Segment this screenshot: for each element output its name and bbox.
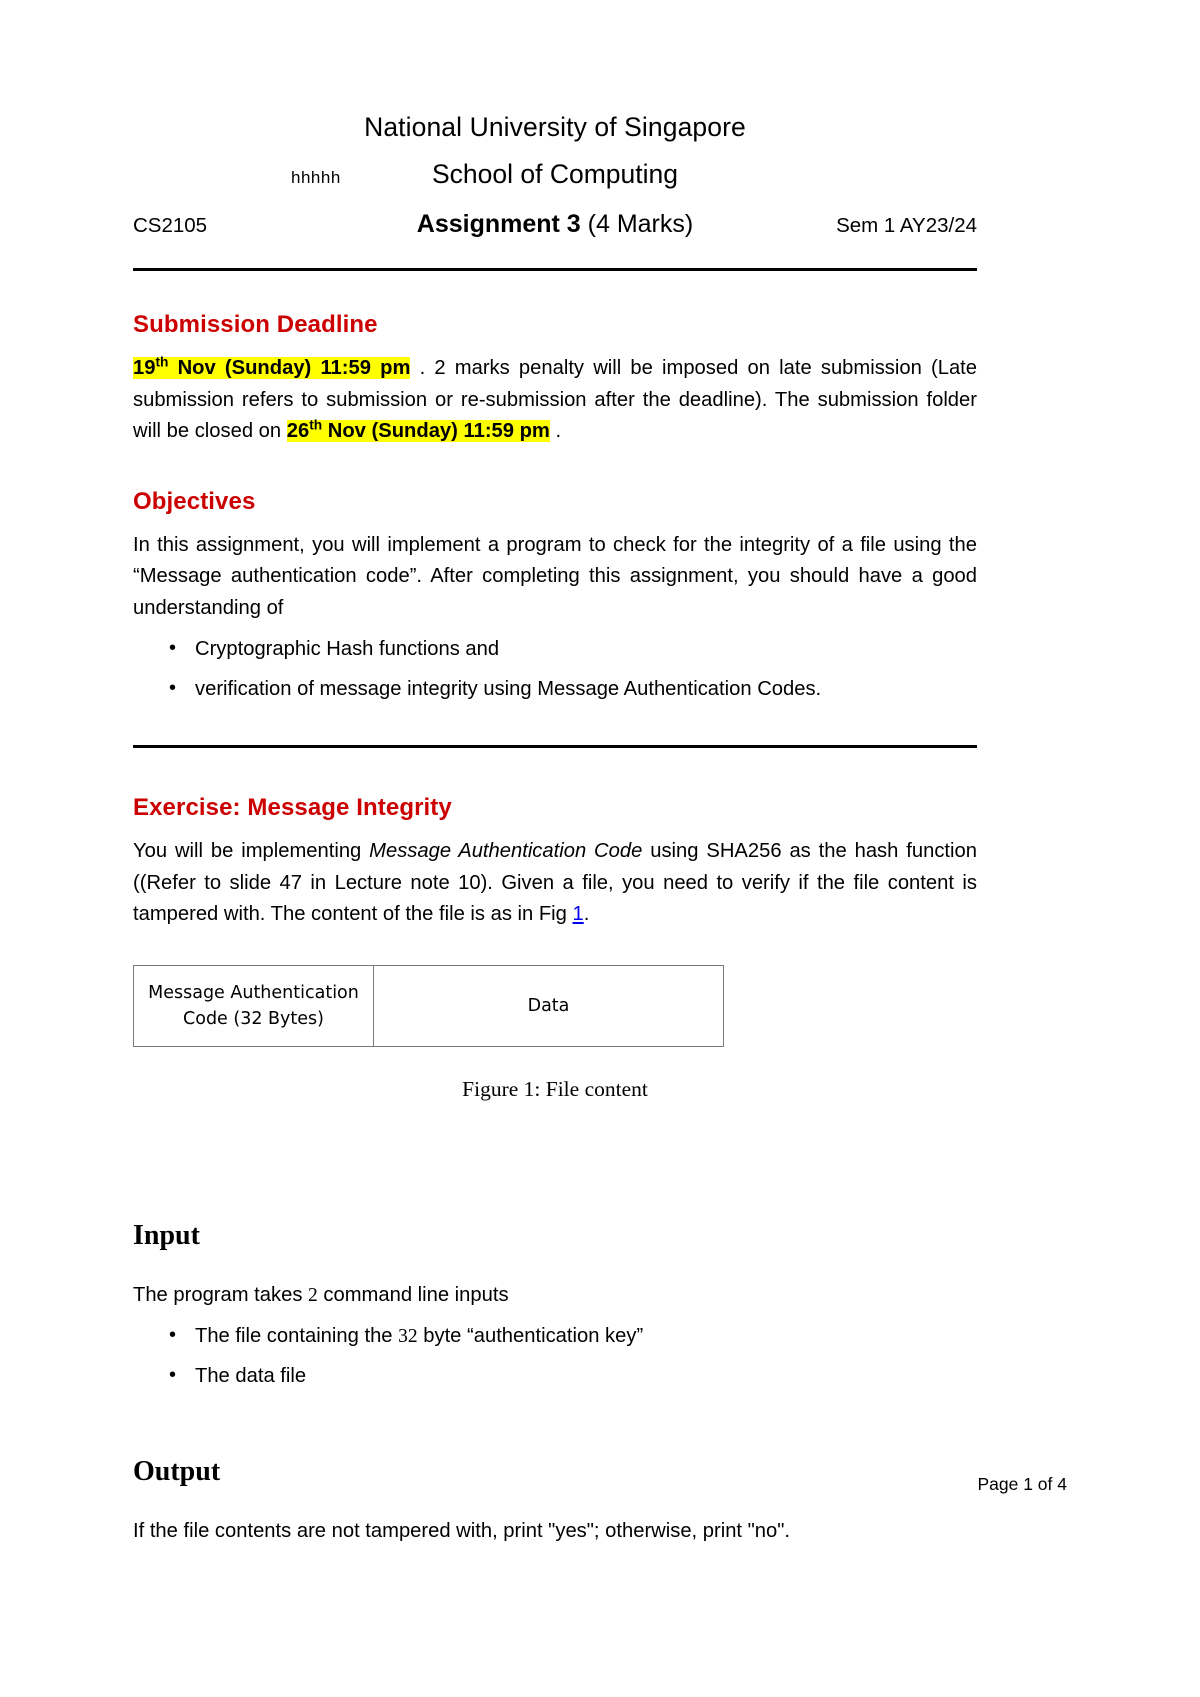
list-item: The file containing the 32 byte “authent… xyxy=(169,1320,977,1352)
table-row: Message Authentication Code (32 Bytes) D… xyxy=(133,964,724,1047)
objectives-heading: Objectives xyxy=(133,487,256,515)
figure-1-link[interactable]: 1 xyxy=(573,903,584,925)
input-spacer xyxy=(133,1102,977,1220)
assignment-title: Assignment 3 xyxy=(416,210,581,238)
input-text-1: The program takes xyxy=(133,1283,309,1306)
page-content: National University of Singapore hhhhh S… xyxy=(133,0,977,1548)
input-key-size: 32 xyxy=(398,1326,418,1347)
figure-block: Message Authentication Code (32 Bytes) D… xyxy=(133,964,977,1102)
deadline-highlight: 19th Nov (Sunday) 11:59 pm xyxy=(133,354,411,379)
submission-text-end: . xyxy=(555,420,562,442)
school-row: hhhhh School of Computing xyxy=(133,159,977,190)
figure-cell-mac-line2: Code (32 Bytes) xyxy=(183,1008,324,1029)
input-bullet1-text1: The file containing the xyxy=(195,1325,399,1347)
figure-cell-data: Data xyxy=(373,964,724,1047)
assignment-marks: (4 Marks) xyxy=(587,210,694,238)
figure-caption: Figure 1: File content xyxy=(462,1076,648,1101)
list-item: Cryptographic Hash functions and xyxy=(169,633,977,665)
input-paragraph: The program takes 2 command line inputs xyxy=(133,1280,977,1312)
header-divider xyxy=(133,268,977,271)
file-content-diagram: Message Authentication Code (32 Bytes) D… xyxy=(133,964,724,1047)
deadline-rest: Nov (Sunday) 11:59 pm xyxy=(168,357,411,379)
close-highlight: 26th Nov (Sunday) 11:59 pm xyxy=(286,417,550,442)
exercise-text-1: You will be implementing xyxy=(133,840,370,862)
exercise-term-italic: Message Authentication Code xyxy=(369,840,643,862)
university-name: National University of Singapore xyxy=(364,112,746,142)
close-day: 26 xyxy=(286,420,310,442)
output-spacer xyxy=(133,1392,977,1456)
stray-note: hhhhh xyxy=(291,168,341,187)
input-list: The file containing the 32 byte “authent… xyxy=(133,1320,977,1392)
submission-deadline-heading: Submission Deadline xyxy=(133,311,378,338)
close-day-suffix: th xyxy=(309,417,323,433)
exercise-heading: Exercise: Message Integrity xyxy=(133,794,452,821)
school-name: School of Computing xyxy=(431,159,678,189)
input-count: 2 xyxy=(308,1284,318,1306)
figure-cell-mac: Message Authentication Code (32 Bytes) xyxy=(133,964,374,1047)
submission-deadline-paragraph: 19th Nov (Sunday) 11:59 pm . 2 marks pen… xyxy=(133,353,977,448)
section-divider xyxy=(133,745,977,748)
course-code: CS2105 xyxy=(133,214,208,237)
list-item: The data file xyxy=(169,1360,977,1392)
output-heading: Output xyxy=(133,1456,221,1487)
output-paragraph: If the file contents are not tampered wi… xyxy=(133,1520,791,1542)
input-bullet1-text2: byte “authentication key” xyxy=(417,1325,644,1347)
exercise-text-3: . xyxy=(583,903,590,925)
figure-cell-mac-line1: Message Authentication xyxy=(148,982,359,1003)
semester-label: Sem 1 AY23/24 xyxy=(836,214,977,237)
input-text-2: command line inputs xyxy=(317,1283,509,1306)
deadline-day-suffix: th xyxy=(155,354,169,370)
document-page: National University of Singapore hhhhh S… xyxy=(0,0,1200,1697)
page-footer: Page 1 of 4 xyxy=(977,1474,1067,1494)
close-rest: Nov (Sunday) 11:59 pm xyxy=(322,420,550,442)
deadline-day: 19 xyxy=(133,357,156,379)
objectives-list: Cryptographic Hash functions and verific… xyxy=(133,633,977,705)
assignment-header-row: CS2105 Assignment 3 (4 Marks) Sem 1 AY23… xyxy=(133,210,977,244)
list-item: verification of message integrity using … xyxy=(169,673,977,705)
exercise-paragraph: You will be implementing Message Authent… xyxy=(133,836,977,931)
objectives-paragraph: In this assignment, you will implement a… xyxy=(133,533,977,619)
input-heading: Input xyxy=(133,1219,200,1251)
